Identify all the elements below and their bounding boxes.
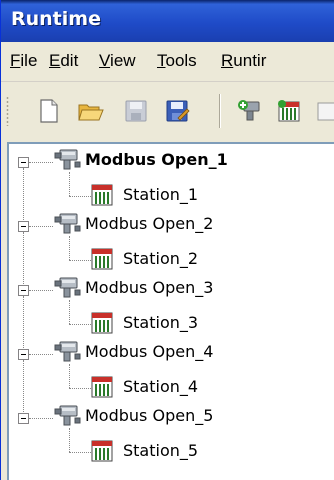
tree-connector	[69, 236, 70, 260]
menu-bar: File Edit View Tools Runtir	[1, 42, 334, 82]
add-station-icon[interactable]	[276, 98, 302, 124]
tree-connector	[29, 418, 53, 419]
tree-connector	[69, 428, 70, 452]
add-tag-icon[interactable]	[316, 98, 334, 124]
tree-node-station[interactable]: Station_2	[123, 249, 198, 268]
tree-connector	[69, 196, 91, 197]
station-icon	[91, 312, 113, 334]
tree-view[interactable]: Modbus Open_1 Station_1 Modbus Open_2 Stati…	[7, 142, 334, 480]
tree-connector	[29, 162, 53, 163]
open-folder-icon[interactable]	[77, 98, 104, 124]
collapse-icon[interactable]	[18, 221, 29, 232]
toolbar-separator	[219, 94, 221, 128]
tree-connector	[23, 232, 24, 284]
tree-node-channel[interactable]: Modbus Open_5	[85, 406, 213, 425]
tree-connector	[69, 172, 70, 196]
tree-connector	[69, 260, 91, 261]
station-icon	[91, 184, 113, 206]
station-icon	[91, 248, 113, 270]
new-file-icon[interactable]	[36, 98, 62, 124]
channel-icon	[53, 404, 81, 428]
collapse-icon[interactable]	[18, 413, 29, 424]
tree-connector	[69, 388, 91, 389]
tree-node-channel[interactable]: Modbus Open_3	[85, 278, 213, 297]
tree-connector	[69, 300, 70, 324]
tree-connector	[29, 226, 53, 227]
toolbar-grip[interactable]	[6, 96, 9, 126]
tree-connector	[29, 354, 53, 355]
tree-connector	[29, 290, 53, 291]
tree-node-station[interactable]: Station_5	[123, 441, 198, 460]
menu-edit[interactable]: Edit	[49, 51, 78, 71]
collapse-icon[interactable]	[18, 285, 29, 296]
tree-connector	[23, 168, 24, 220]
add-channel-icon[interactable]	[236, 98, 262, 124]
tree-node-channel[interactable]: Modbus Open_2	[85, 214, 213, 233]
tree-connector	[69, 452, 91, 453]
tree-connector	[69, 364, 70, 388]
tree-connector	[23, 296, 24, 348]
menu-tools[interactable]: Tools	[157, 51, 197, 71]
channel-icon	[53, 276, 81, 300]
collapse-icon[interactable]	[18, 349, 29, 360]
tree-node-station[interactable]: Station_4	[123, 377, 198, 396]
tree-node-station[interactable]: Station_3	[123, 313, 198, 332]
tree-node-channel[interactable]: Modbus Open_1	[85, 150, 228, 169]
channel-icon	[53, 340, 81, 364]
collapse-icon[interactable]	[18, 157, 29, 168]
tree-node-station[interactable]: Station_1	[123, 185, 198, 204]
tree-connector	[23, 360, 24, 412]
tree-node-channel[interactable]: Modbus Open_4	[85, 342, 213, 361]
window-title: Runtime	[11, 8, 101, 30]
tree-connector	[69, 324, 91, 325]
title-bar[interactable]: Runtime	[1, 0, 334, 42]
save-icon[interactable]	[123, 98, 149, 124]
runtime-window: Runtime File Edit View Tools Runtir Modb…	[0, 0, 334, 480]
toolbar	[1, 82, 334, 142]
menu-view[interactable]: View	[99, 51, 136, 71]
menu-runtime[interactable]: Runtir	[221, 51, 266, 71]
menu-file[interactable]: File	[10, 51, 37, 71]
channel-icon	[53, 212, 81, 236]
station-icon	[91, 376, 113, 398]
save-edit-icon[interactable]	[164, 98, 190, 124]
station-icon	[91, 440, 113, 462]
channel-icon	[53, 148, 81, 172]
